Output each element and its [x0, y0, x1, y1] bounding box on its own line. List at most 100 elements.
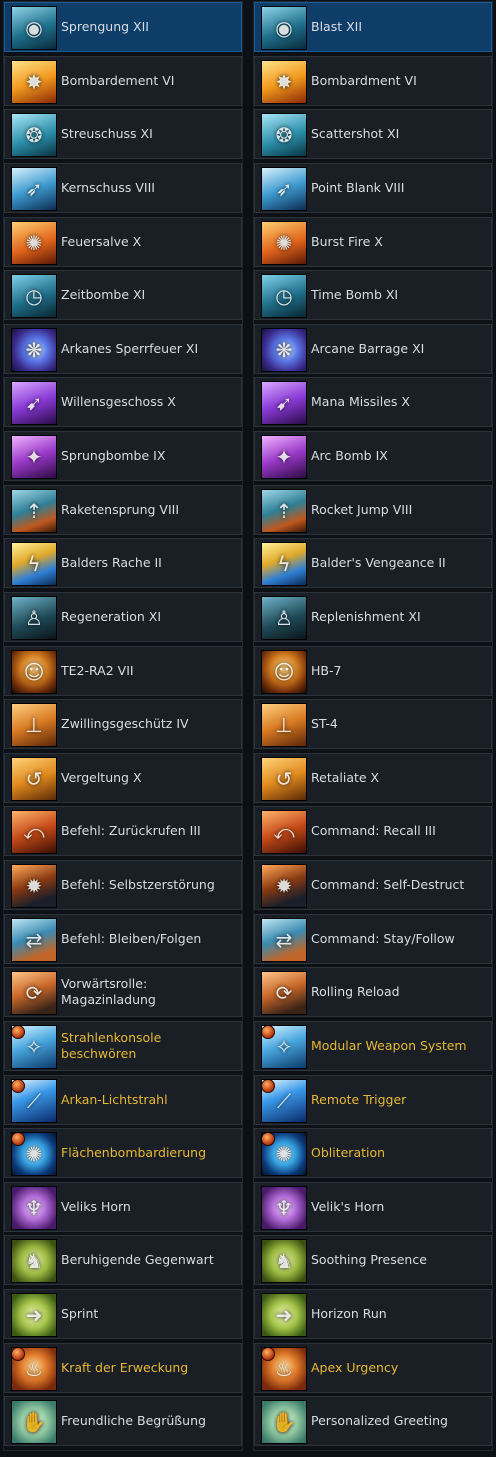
english-skill-row[interactable]: ⟳ Rolling Reload	[254, 967, 492, 1018]
german-skill-row[interactable]: ❂ Streuschuss XI	[4, 109, 242, 160]
english-skill-row[interactable]: ♞ Soothing Presence	[254, 1235, 492, 1286]
german-skill-row[interactable]: ☺ TE2-RA2 VII	[4, 645, 242, 696]
english-skill-row[interactable]: ⇄ Command: Stay/Follow	[254, 913, 492, 964]
english-skill-row[interactable]: ✹ Command: Self-Destruct	[254, 860, 492, 910]
lightning-icon: ϟ	[261, 542, 307, 587]
german-skill-row[interactable]: ⇡ Raketensprung VIII	[4, 484, 242, 535]
scattershot-icon: ❂	[11, 113, 57, 158]
german-skill-row[interactable]: ◷ Zeitbombe XI	[4, 270, 242, 321]
german-skill-row[interactable]: ➶ Kernschuss VIII	[4, 162, 242, 213]
icon-glyph: ϟ	[277, 552, 291, 577]
skill-name: Bombardment VI	[311, 72, 417, 88]
skill-name: Burst Fire X	[311, 233, 383, 249]
skill-name: Apex Urgency	[311, 1359, 399, 1375]
icon-glyph: ⇄	[25, 927, 43, 952]
german-skill-row[interactable]: ϟ Balders Rache II	[4, 538, 242, 589]
icon-glyph: ⇄	[275, 927, 293, 952]
icon-glyph: ➶	[25, 176, 43, 201]
scattershot-icon: ❂	[261, 113, 307, 158]
english-skill-row[interactable]: ✸ Bombardment VI	[254, 55, 492, 106]
german-skill-row[interactable]: ⟳ Vorwärtsrolle: Magazinladung	[4, 967, 242, 1018]
english-skill-row[interactable]: ✋ Personalized Greeting	[254, 1396, 492, 1447]
english-skill-row[interactable]: ✧ Modular Weapon System	[254, 1020, 492, 1071]
german-skill-row[interactable]: ↺ Vergeltung X	[4, 752, 242, 803]
skill-name: Vergeltung X	[61, 769, 142, 785]
retaliate-icon: ↺	[11, 756, 57, 801]
german-skill-row[interactable]: ✦ Sprungbombe IX	[4, 431, 242, 481]
english-skill-row[interactable]: ❂ Scattershot XI	[254, 109, 492, 160]
skill-name: ST-4	[311, 716, 338, 732]
burst-fire-icon: ✺	[261, 220, 307, 265]
german-skill-row[interactable]: ⊥ Zwillingsgeschütz IV	[4, 699, 242, 750]
recall-icon: ⤺	[11, 810, 57, 855]
greeting-icon: ✋	[11, 1400, 57, 1445]
icon-glyph: ☺	[273, 659, 295, 684]
skill-name: Kraft der Erweckung	[61, 1359, 189, 1375]
english-skill-row[interactable]: ϟ Balder's Vengeance II	[254, 538, 492, 589]
german-skill-row[interactable]: ✸ Bombardement VI	[4, 55, 242, 106]
german-skill-row[interactable]: ⤺ Befehl: Zurückrufen III	[4, 806, 242, 857]
german-skill-row[interactable]: ♨ Kraft der Erweckung	[4, 1342, 242, 1393]
english-skill-row[interactable]: ♨ Apex Urgency	[254, 1342, 492, 1393]
german-skill-row[interactable]: ♆ Veliks Horn	[4, 1181, 242, 1232]
icon-glyph: ✺	[25, 230, 43, 255]
german-skill-row[interactable]: ✺ Feuersalve X	[4, 216, 242, 267]
english-skill-row[interactable]: ↺ Retaliate X	[254, 752, 492, 803]
english-skill-row[interactable]: ♆ Velik's Horn	[254, 1181, 492, 1232]
icon-glyph: ↺	[275, 766, 293, 791]
skill-name: Befehl: Zurückrufen III	[61, 823, 201, 839]
german-skill-row[interactable]: ✧ Strahlenkonsole beschwören	[4, 1020, 242, 1071]
skill-name: Beruhigende Gegenwart	[61, 1252, 214, 1268]
skill-name: Zeitbombe XI	[61, 287, 146, 303]
english-skill-row[interactable]: ❋ Arcane Barrage XI	[254, 323, 492, 374]
skill-name: Velik's Horn	[311, 1198, 385, 1214]
english-skill-row[interactable]: ⊥ ST-4	[254, 699, 492, 750]
skill-name: Point Blank VIII	[311, 179, 405, 195]
replenish-icon: ♙	[261, 595, 307, 640]
german-skill-row[interactable]: ◉ Sprengung XII	[4, 2, 242, 52]
english-skill-row[interactable]: ✺ Obliteration	[254, 1128, 492, 1179]
icon-glyph: ➹	[275, 391, 293, 416]
english-skill-row[interactable]: ✦ Arc Bomb IX	[254, 431, 492, 481]
arc-bomb-icon: ✦	[11, 435, 57, 479]
english-skill-row[interactable]: ✺ Burst Fire X	[254, 216, 492, 267]
german-skill-row[interactable]: ⇄ Befehl: Bleiben/Folgen	[4, 913, 242, 964]
skill-name: Streuschuss XI	[61, 126, 153, 142]
ultimate-badge-icon	[12, 1347, 25, 1361]
skill-name: Veliks Horn	[61, 1198, 131, 1214]
icon-glyph: ◉	[25, 16, 43, 40]
german-skill-row[interactable]: ➜ Sprint	[4, 1289, 242, 1339]
german-skill-row[interactable]: ➹ Willensgeschoss X	[4, 377, 242, 428]
german-skill-row[interactable]: ✋ Freundliche Begrüßung	[4, 1396, 242, 1447]
german-skill-row[interactable]: ♞ Beruhigende Gegenwart	[4, 1235, 242, 1286]
english-skill-row[interactable]: ➶ Point Blank VIII	[254, 162, 492, 213]
ultimate-badge-icon	[262, 1025, 275, 1039]
icon-glyph: ♆	[275, 1195, 293, 1220]
german-skill-row[interactable]: ♙ Regeneration XI	[4, 591, 242, 642]
german-skill-column: ◉ Sprengung XII ✸ Bombardement VI ❂ Streuschu…	[3, 1, 243, 1451]
german-skill-row[interactable]: ⟋ Arkan-Lichtstrahl	[4, 1074, 242, 1125]
fire-burst-icon: ✸	[261, 59, 307, 104]
german-skill-row[interactable]: ❋ Arkanes Sperrfeuer XI	[4, 323, 242, 374]
icon-glyph: ➹	[25, 391, 43, 416]
english-skill-row[interactable]: ♙ Replenishment XI	[254, 591, 492, 642]
icon-glyph: ✦	[25, 445, 43, 469]
english-skill-row[interactable]: ☺ HB-7	[254, 645, 492, 696]
soothing-presence-icon: ♞	[261, 1239, 307, 1284]
skill-name: Raketensprung VIII	[61, 501, 180, 517]
time-bomb-icon: ◷	[11, 274, 57, 319]
icon-glyph: ✦	[275, 445, 293, 469]
english-skill-row[interactable]: ⇡ Rocket Jump VIII	[254, 484, 492, 535]
english-skill-row[interactable]: ⤺ Command: Recall III	[254, 806, 492, 857]
english-skill-row[interactable]: ◷ Time Bomb XI	[254, 270, 492, 321]
german-skill-row[interactable]: ✹ Befehl: Selbstzerstörung	[4, 860, 242, 910]
english-skill-column: ◉ Blast XII ✸ Bombardment VI ❂ Scattershot XI…	[253, 1, 493, 1451]
english-skill-row[interactable]: ⟋ Remote Trigger	[254, 1074, 492, 1125]
english-skill-row[interactable]: ◉ Blast XII	[254, 2, 492, 52]
skill-name: Soothing Presence	[311, 1252, 427, 1268]
skill-name: Vorwärtsrolle: Magazinladung	[61, 976, 156, 1008]
german-skill-row[interactable]: ✺ Flächenbombardierung	[4, 1128, 242, 1179]
english-skill-row[interactable]: ➹ Mana Missiles X	[254, 377, 492, 428]
horn-icon: ♆	[261, 1185, 307, 1230]
english-skill-row[interactable]: ➜ Horizon Run	[254, 1289, 492, 1339]
